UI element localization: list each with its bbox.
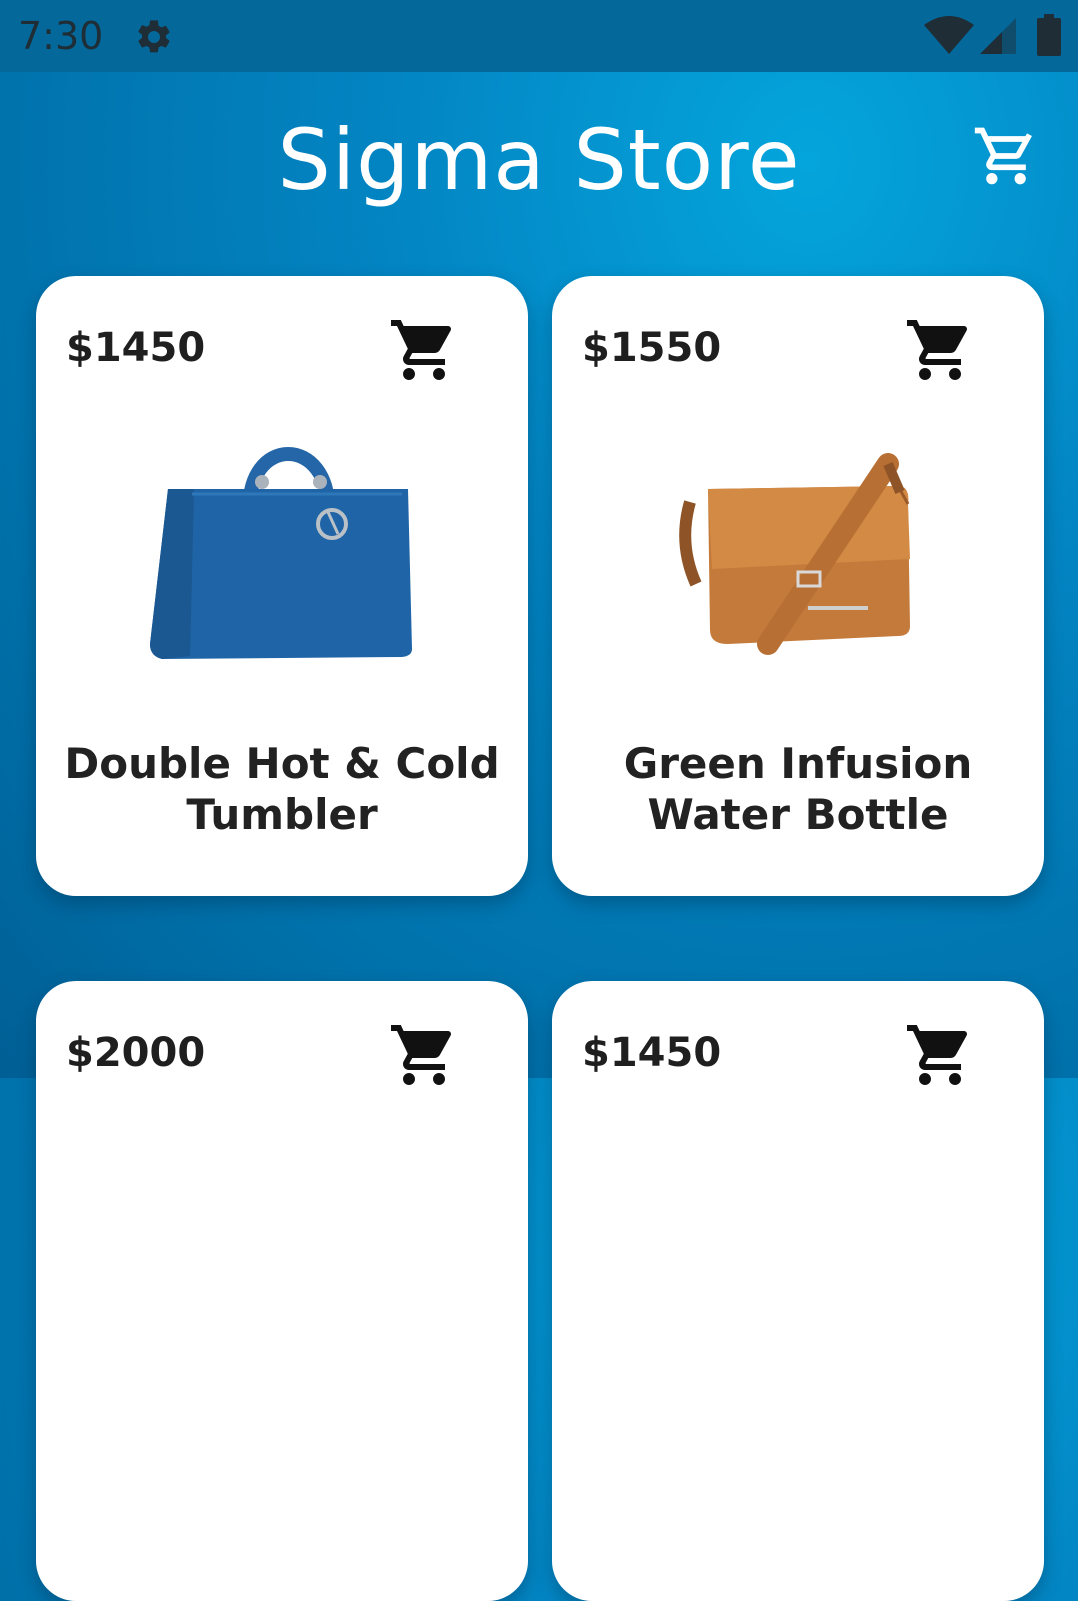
settings-gear-icon — [138, 20, 170, 53]
status-time: 7:30 — [18, 14, 104, 58]
product-price: $2000 — [66, 1030, 206, 1076]
product-card[interactable]: $1550 Green Infusion Water Bottle — [552, 276, 1044, 896]
status-bar: 7:30 — [0, 0, 1078, 72]
page-title: Sigma Store — [277, 111, 801, 209]
product-card[interactable]: $1450 — [552, 981, 1044, 1601]
product-card[interactable]: $1450 Double Hot & Cold Tumbler — [36, 276, 528, 896]
blue-handbag-image — [150, 447, 412, 659]
add-to-cart-icon[interactable] — [388, 1019, 460, 1091]
add-to-cart-icon[interactable] — [904, 1019, 976, 1091]
product-card[interactable]: $2000 — [36, 981, 528, 1601]
header-cart-icon[interactable] — [972, 122, 1040, 190]
product-price: $1450 — [66, 325, 206, 371]
product-price: $1450 — [582, 1030, 722, 1076]
battery-icon — [1037, 14, 1061, 56]
brown-satchel-image — [679, 453, 910, 655]
cell-signal-icon — [980, 18, 1016, 54]
product-name: Double Hot & Cold Tumbler — [64, 739, 500, 839]
wifi-icon — [924, 16, 974, 54]
add-to-cart-icon[interactable] — [904, 314, 976, 386]
product-price: $1550 — [582, 325, 722, 371]
product-name: Green Infusion Water Bottle — [623, 739, 973, 839]
add-to-cart-icon[interactable] — [388, 314, 460, 386]
